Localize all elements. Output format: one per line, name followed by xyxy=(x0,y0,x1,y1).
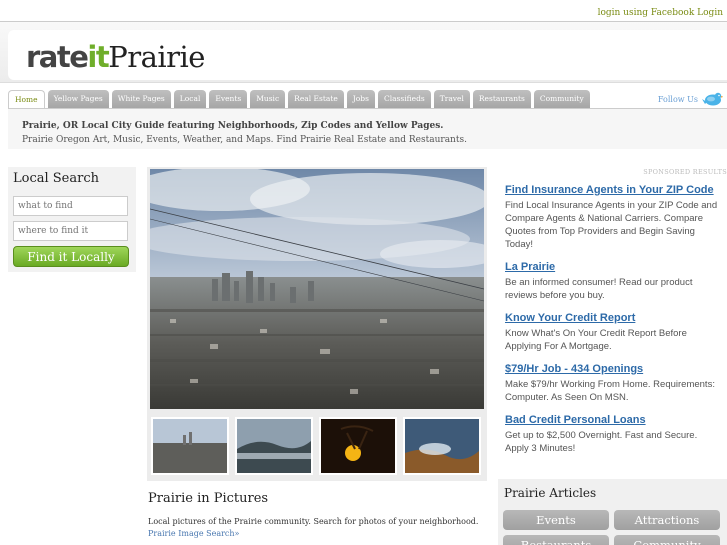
ad-item: Bad Credit Personal Loans Get up to $2,5… xyxy=(505,413,723,455)
where-to-find-input[interactable] xyxy=(13,221,128,241)
ad-title-link[interactable]: Bad Credit Personal Loans xyxy=(505,413,723,427)
ad-item: Know Your Credit Report Know What's On Y… xyxy=(505,311,723,353)
local-search-heading: Local Search xyxy=(13,171,99,186)
tab-restaurants[interactable]: Restaurants xyxy=(472,90,531,108)
thumbnail-valley[interactable] xyxy=(235,417,313,475)
articles-events-button[interactable]: Events xyxy=(503,510,609,530)
sponsored-ads: Find Insurance Agents in Your ZIP Code F… xyxy=(505,183,723,464)
articles-panel: Prairie Articles Events Attractions Rest… xyxy=(498,479,727,545)
follow-us[interactable]: Follow Us xyxy=(658,90,723,108)
ad-text: Know What's On Your Credit Report Before… xyxy=(505,328,687,352)
photo-gallery xyxy=(147,167,487,481)
city-skyline-image xyxy=(150,169,484,409)
tab-real-estate[interactable]: Real Estate xyxy=(288,90,344,108)
city-description: Prairie, OR Local City Guide featuring N… xyxy=(8,109,727,149)
top-bar: login using Facebook Login xyxy=(0,0,727,22)
articles-attractions-button[interactable]: Attractions xyxy=(614,510,720,530)
sponsored-label: SPONSORED RESULTS xyxy=(643,168,727,176)
what-to-find-input[interactable] xyxy=(13,196,128,216)
tab-jobs[interactable]: Jobs xyxy=(346,90,375,108)
ad-item: Find Insurance Agents in Your ZIP Code F… xyxy=(505,183,723,251)
ad-text: Make $79/hr Working From Home. Requireme… xyxy=(505,379,715,403)
tab-music[interactable]: Music xyxy=(250,90,286,108)
pictures-description: Local pictures of the Prairie community.… xyxy=(148,516,488,540)
follow-us-label: Follow Us xyxy=(657,94,698,104)
ad-title-link[interactable]: Find Insurance Agents in Your ZIP Code xyxy=(505,183,723,197)
main-nav: Home Yellow Pages White Pages Local Even… xyxy=(8,90,590,108)
facebook-login-link[interactable]: login using Facebook Login xyxy=(598,8,723,18)
tab-yellow-pages[interactable]: Yellow Pages xyxy=(47,90,109,108)
main-city-photo[interactable] xyxy=(150,169,484,409)
articles-restaurants-button[interactable]: Restaurants xyxy=(503,535,609,545)
ad-title-link[interactable]: $79/Hr Job - 434 Openings xyxy=(505,362,723,376)
description-subtitle: Prairie Oregon Art, Music, Events, Weath… xyxy=(22,135,467,145)
tab-classifieds[interactable]: Classifieds xyxy=(377,90,431,108)
articles-heading: Prairie Articles xyxy=(504,486,597,500)
ad-title-link[interactable]: Know Your Credit Report xyxy=(505,311,723,325)
tab-events[interactable]: Events xyxy=(209,90,248,108)
tab-home[interactable]: Home xyxy=(8,90,45,108)
logo-part-it: it xyxy=(87,40,109,74)
pictures-heading: Prairie in Pictures xyxy=(148,491,269,506)
articles-community-button[interactable]: Community xyxy=(614,535,720,545)
thumbnail-coast[interactable] xyxy=(403,417,481,475)
site-header: rateitPrairie xyxy=(0,22,727,83)
tab-community[interactable]: Community xyxy=(533,90,590,108)
tab-white-pages[interactable]: White Pages xyxy=(111,90,171,108)
tab-local[interactable]: Local xyxy=(173,90,207,108)
tab-travel[interactable]: Travel xyxy=(433,90,470,108)
ad-item: La Prairie Be an informed consumer! Read… xyxy=(505,260,723,302)
image-search-link[interactable]: Prairie Image Search» xyxy=(148,529,239,538)
ad-title-link[interactable]: La Prairie xyxy=(505,260,723,274)
thumbnail-city[interactable] xyxy=(151,417,229,475)
ad-text: Find Local Insurance Agents in your ZIP … xyxy=(505,200,718,250)
header-panel: rateitPrairie xyxy=(8,30,727,80)
local-search-panel: Local Search Find it Locally xyxy=(8,167,136,272)
site-logo[interactable]: rateitPrairie xyxy=(26,40,205,74)
twitter-bird-icon xyxy=(702,92,723,106)
description-title: Prairie, OR Local City Guide featuring N… xyxy=(22,121,444,131)
thumbnail-sunset[interactable] xyxy=(319,417,397,475)
ad-text: Get up to $2,500 Overnight. Fast and Sec… xyxy=(505,430,698,454)
pictures-text: Local pictures of the Prairie community.… xyxy=(148,517,479,526)
ad-item: $79/Hr Job - 434 Openings Make $79/hr Wo… xyxy=(505,362,723,404)
logo-part-rate: rate xyxy=(26,40,89,74)
find-it-locally-button[interactable]: Find it Locally xyxy=(13,246,129,267)
thumbnail-strip xyxy=(151,417,483,475)
logo-part-place: Prairie xyxy=(108,40,205,74)
ad-text: Be an informed consumer! Read our produc… xyxy=(505,277,693,301)
